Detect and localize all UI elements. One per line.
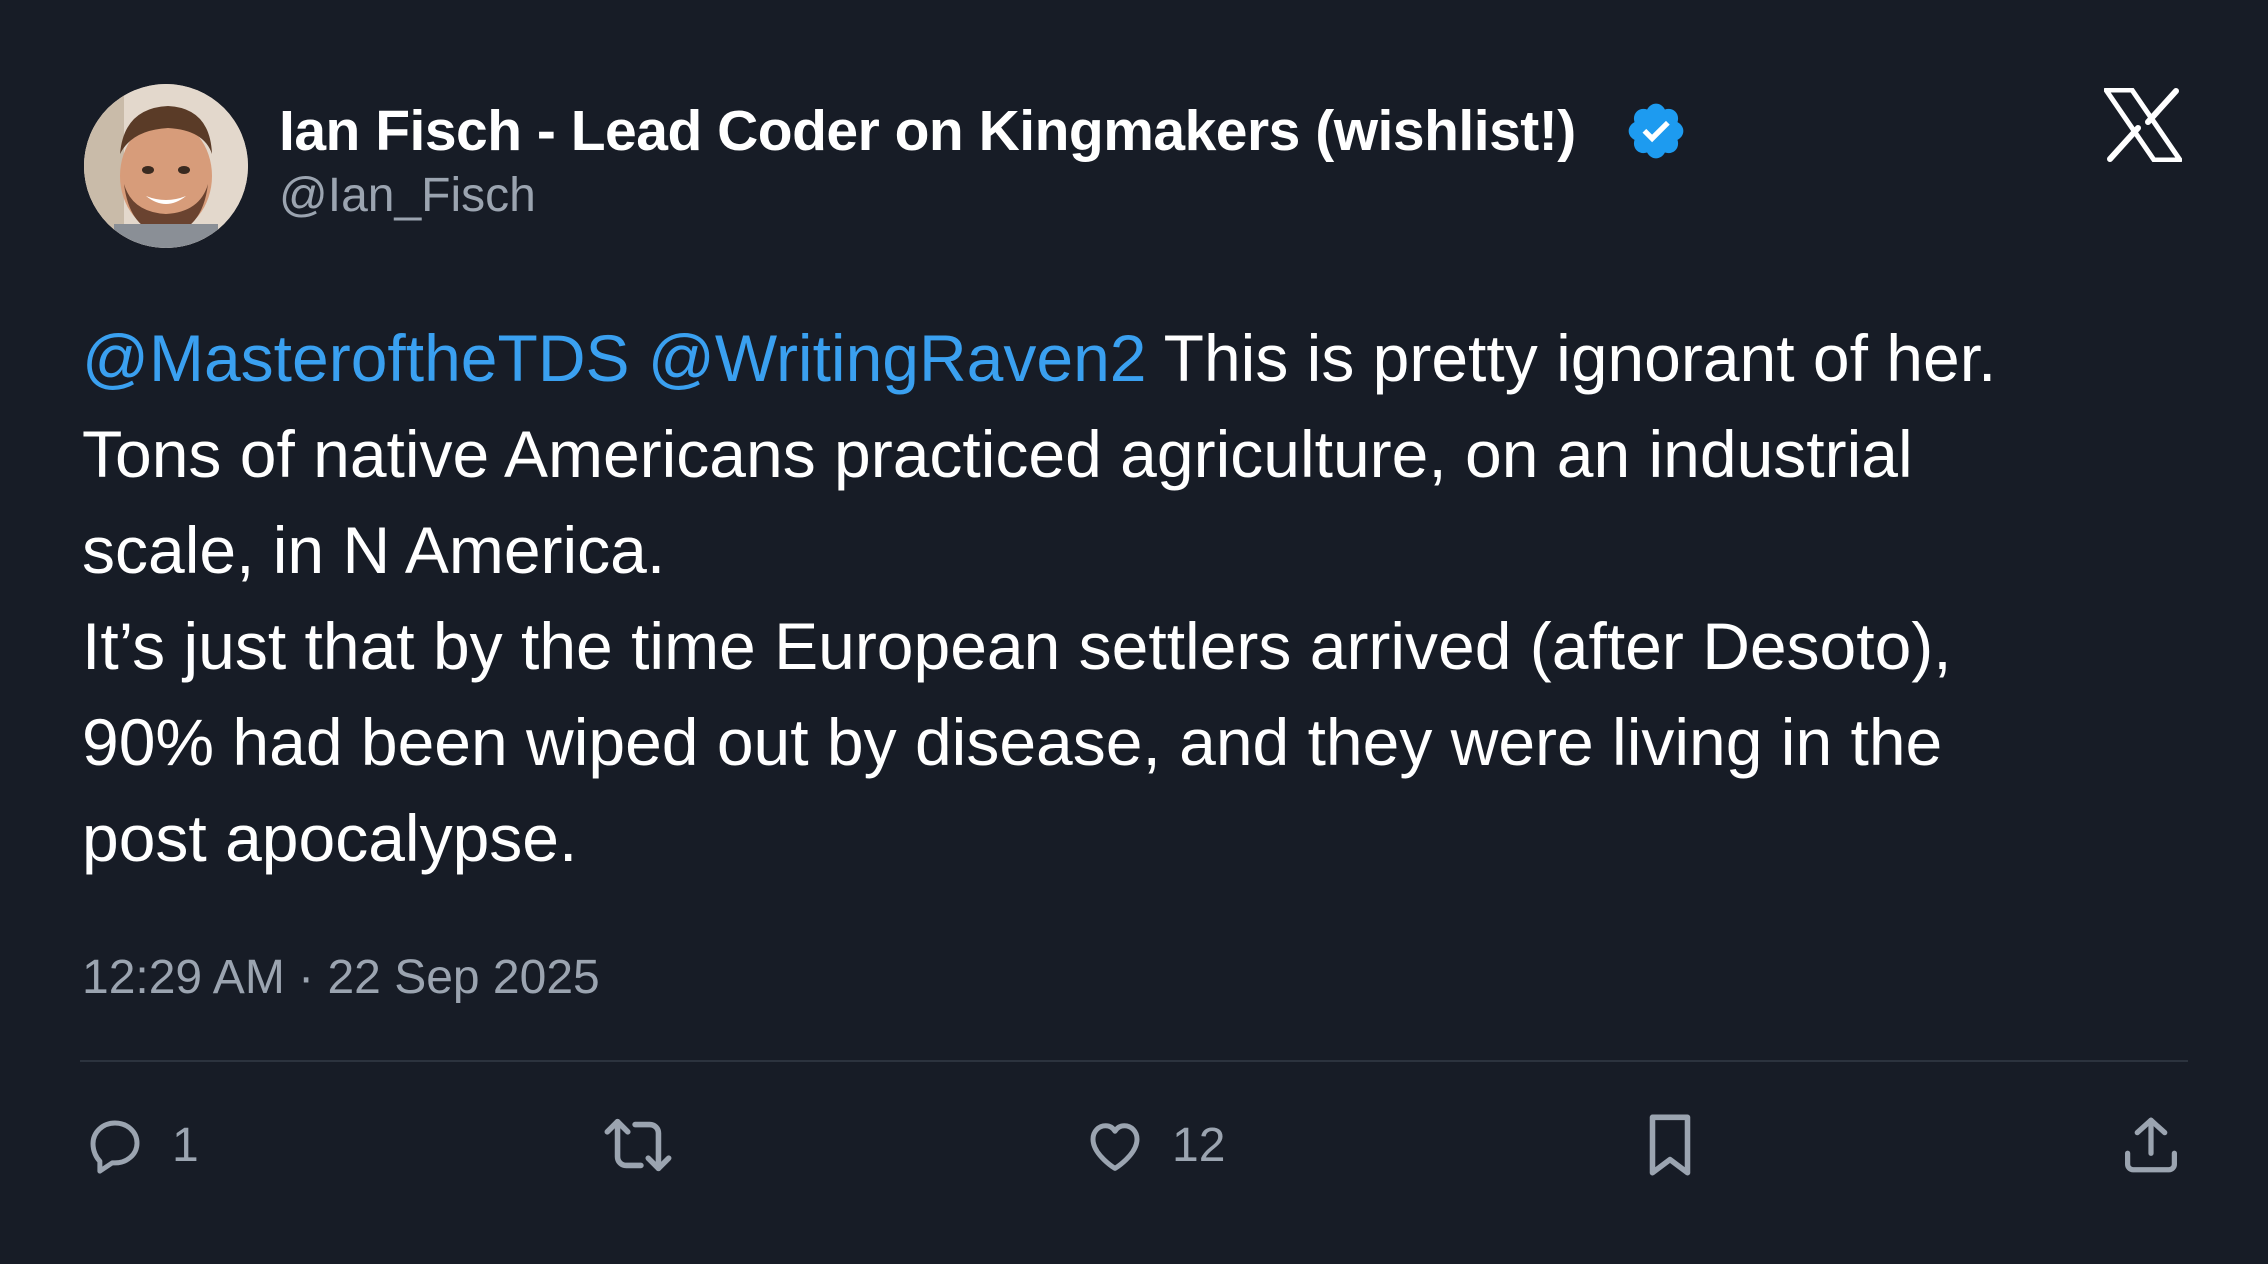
reply-count: 1 <box>172 1118 199 1172</box>
author-display-name[interactable]: Ian Fisch - Lead Coder on Kingmakers (wi… <box>279 98 1576 164</box>
tweet-text-segment: This is pretty ignorant of her. <box>1146 321 1997 395</box>
mention-link[interactable]: @WritingRaven2 <box>648 321 1147 395</box>
tweet-line: Tons of native Americans practiced agric… <box>82 417 1913 491</box>
like-count: 12 <box>1172 1118 1226 1172</box>
reply-button[interactable]: 1 <box>82 1110 199 1180</box>
tweet-body: @MasteroftheTDS @WritingRaven2 This is p… <box>82 310 2192 886</box>
avatar[interactable] <box>84 84 248 248</box>
like-button[interactable]: 12 <box>1082 1110 1225 1180</box>
verified-badge-icon <box>1624 99 1688 163</box>
bookmark-button[interactable] <box>1640 1110 1700 1180</box>
share-button[interactable] <box>2118 1110 2184 1180</box>
tweet-line: scale, in N America. <box>82 513 666 587</box>
divider <box>80 1060 2188 1062</box>
tweet-line: post apocalypse. <box>82 801 578 875</box>
tweet-card: Ian Fisch - Lead Coder on Kingmakers (wi… <box>0 0 2268 1264</box>
tweet-timestamp[interactable]: 12:29 AM · 22 Sep 2025 <box>82 950 600 1005</box>
tweet-line: @MasteroftheTDS @WritingRaven2 This is p… <box>82 310 2192 406</box>
author-handle[interactable]: @Ian_Fisch <box>279 168 536 223</box>
like-icon <box>1082 1112 1148 1178</box>
retweet-button[interactable] <box>600 1110 676 1180</box>
tweet-line: It’s just that by the time European sett… <box>82 609 1952 683</box>
reply-icon <box>82 1112 148 1178</box>
mention-link[interactable]: @MasteroftheTDS <box>82 321 630 395</box>
author-name-row: Ian Fisch - Lead Coder on Kingmakers (wi… <box>279 96 1688 166</box>
x-logo-icon[interactable] <box>2103 87 2183 163</box>
bookmark-icon <box>1640 1110 1700 1180</box>
retweet-icon <box>600 1112 676 1178</box>
share-icon <box>2118 1112 2184 1178</box>
tweet-line: 90% had been wiped out by disease, and t… <box>82 705 1943 779</box>
